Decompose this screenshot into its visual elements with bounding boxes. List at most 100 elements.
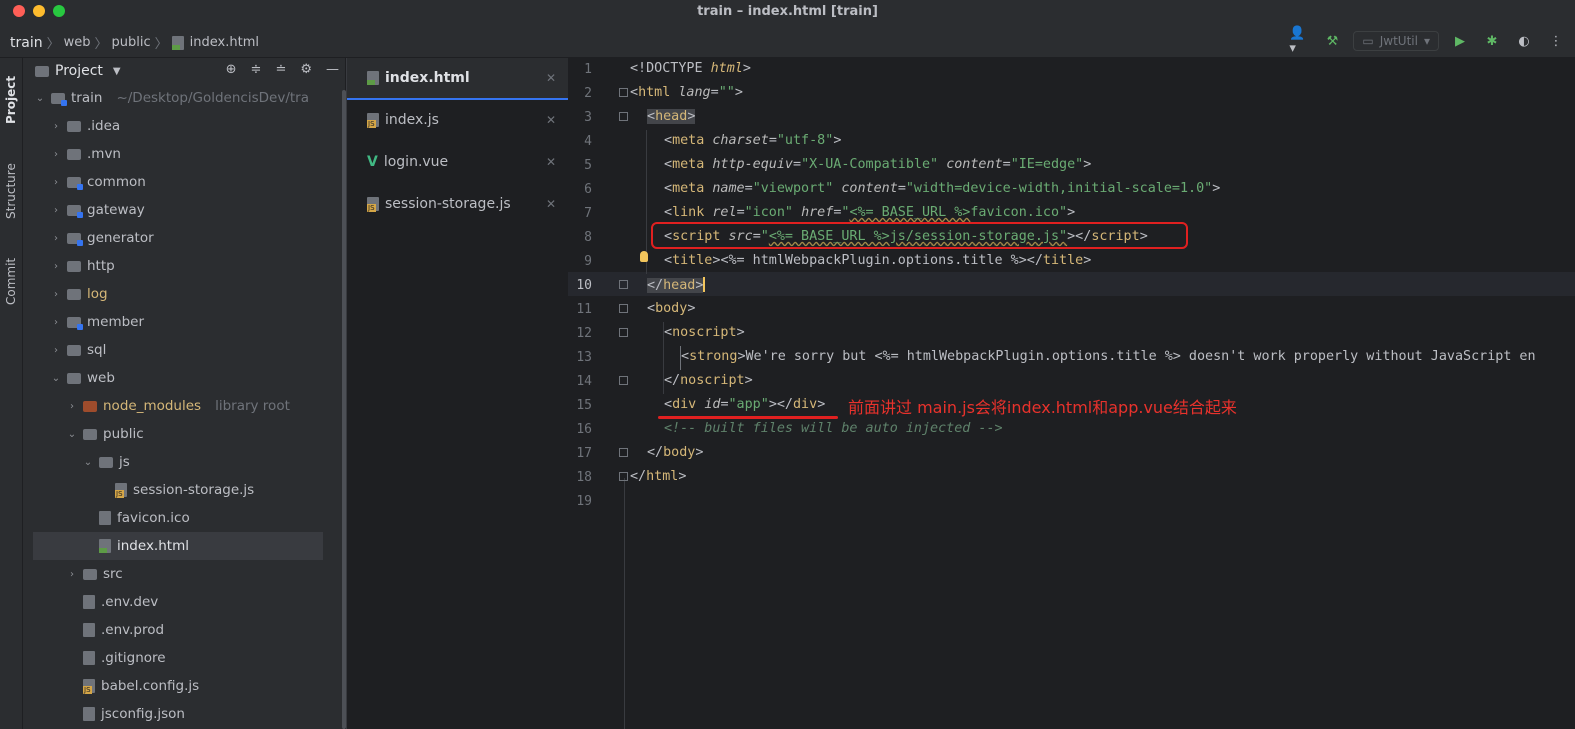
more-actions-icon[interactable]: ⋮ xyxy=(1545,30,1567,52)
collapse-all-icon[interactable]: ≐ xyxy=(275,62,286,77)
line-number: 12 xyxy=(576,326,592,341)
chevron-right-icon[interactable]: › xyxy=(49,177,63,188)
account-icon[interactable]: 👤▾ xyxy=(1289,26,1311,56)
tree-item-env-prod[interactable]: .env.prod xyxy=(33,616,323,644)
code-line-1: <!DOCTYPE html> xyxy=(630,61,751,76)
chevron-right-icon[interactable]: › xyxy=(49,205,63,216)
tree-item-web[interactable]: ⌄ web xyxy=(33,364,323,392)
js-file-icon xyxy=(367,197,379,212)
expand-all-icon[interactable]: ≑ xyxy=(251,62,262,77)
breadcrumb-train[interactable]: train xyxy=(10,35,43,51)
breadcrumb-public[interactable]: public xyxy=(112,35,151,50)
tree-item-train[interactable]: ⌄ train ~/Desktop/GoldencisDev/tra xyxy=(33,84,323,112)
tree-item-js[interactable]: ⌄ js xyxy=(33,448,323,476)
chevron-down-icon[interactable]: ⌄ xyxy=(49,373,63,384)
tree-item-label: session-storage.js xyxy=(133,482,255,498)
chevron-right-icon[interactable]: › xyxy=(65,569,79,580)
tree-item-log[interactable]: › log xyxy=(33,280,323,308)
tree-item-mvn[interactable]: › .mvn xyxy=(33,140,323,168)
tree-item-session-storage-js[interactable]: session-storage.js xyxy=(33,476,323,504)
fold-marker[interactable] xyxy=(619,328,628,337)
debug-icon[interactable]: ✱ xyxy=(1481,30,1503,52)
tree-item-member[interactable]: › member xyxy=(33,308,323,336)
fold-marker[interactable] xyxy=(619,472,628,481)
code-line-3: <head> xyxy=(647,109,696,124)
tree-item-gitignore[interactable]: .gitignore xyxy=(33,644,323,672)
intention-bulb-icon[interactable] xyxy=(640,251,648,262)
chevron-right-icon[interactable]: › xyxy=(49,121,63,132)
chevron-right-icon[interactable]: › xyxy=(49,289,63,300)
tree-item-generator[interactable]: › generator xyxy=(33,224,323,252)
tree-item-sql[interactable]: › sql xyxy=(33,336,323,364)
gear-icon[interactable]: ⚙ xyxy=(300,62,312,77)
close-icon[interactable]: ✕ xyxy=(546,113,556,127)
run-icon[interactable]: ▶ xyxy=(1449,30,1471,52)
chevron-right-icon[interactable]: › xyxy=(49,149,63,160)
tree-item-node-modules[interactable]: › node_modules library root xyxy=(33,392,323,420)
code-line-2: <html lang=""> xyxy=(630,85,743,100)
chevron-right-icon[interactable]: › xyxy=(49,317,63,328)
close-icon[interactable]: ✕ xyxy=(546,155,556,169)
tab-index-html[interactable]: index.html ✕ xyxy=(347,58,568,100)
folder-icon xyxy=(99,456,113,468)
file-icon xyxy=(83,595,95,609)
tree-item-env-dev[interactable]: .env.dev xyxy=(33,588,323,616)
project-panel-title[interactable]: Project xyxy=(55,63,103,79)
stripe-structure[interactable]: Structure xyxy=(0,150,22,232)
code-line-16: <!-- built files will be auto injected -… xyxy=(664,421,1003,436)
tab-label: index.html xyxy=(385,70,470,86)
tree-item-label: .gitignore xyxy=(101,650,166,666)
fold-marker[interactable] xyxy=(619,280,628,289)
stripe-project[interactable]: Project xyxy=(0,64,22,136)
js-file-icon xyxy=(83,679,95,694)
chevron-right-icon[interactable]: › xyxy=(49,233,63,244)
tab-login-vue[interactable]: V login.vue ✕ xyxy=(347,142,568,182)
coverage-icon[interactable]: ◐ xyxy=(1513,30,1535,52)
breadcrumb-web[interactable]: web xyxy=(64,35,91,50)
run-config-icon: ▭ xyxy=(1362,34,1374,48)
tree-item-gateway[interactable]: › gateway xyxy=(33,196,323,224)
tree-item-src[interactable]: › src xyxy=(33,560,323,588)
fold-marker[interactable] xyxy=(619,112,628,121)
tree-item-label: src xyxy=(103,566,123,582)
editor-tabs: index.html ✕ index.js ✕ V login.vue ✕ se… xyxy=(346,58,569,729)
tree-item-public[interactable]: ⌄ public xyxy=(33,420,323,448)
chevron-right-icon[interactable]: › xyxy=(49,261,63,272)
breadcrumb-index-html[interactable]: index.html xyxy=(190,35,259,50)
tab-index-js[interactable]: index.js ✕ xyxy=(347,100,568,140)
line-number: 9 xyxy=(584,254,592,269)
fold-marker[interactable] xyxy=(619,448,628,457)
code-line-12: <noscript> xyxy=(664,325,745,340)
chevron-down-icon[interactable]: ⌄ xyxy=(81,457,95,468)
tree-item-http[interactable]: › http xyxy=(33,252,323,280)
tree-item-label: favicon.ico xyxy=(117,510,190,526)
tab-session-storage-js[interactable]: session-storage.js ✕ xyxy=(347,184,568,224)
tree-item-label: .mvn xyxy=(87,146,121,162)
line-number: 2 xyxy=(584,86,592,101)
close-icon[interactable]: ✕ xyxy=(546,71,556,85)
locate-file-icon[interactable]: ⊕ xyxy=(226,62,237,77)
chevron-right-icon[interactable]: › xyxy=(65,401,79,412)
chevron-down-icon[interactable]: ▼ xyxy=(113,66,121,77)
chevron-down-icon[interactable]: ⌄ xyxy=(65,429,79,440)
close-icon[interactable]: ✕ xyxy=(546,197,556,211)
line-number: 10 xyxy=(576,278,592,293)
folder-icon xyxy=(83,428,97,440)
fold-marker[interactable] xyxy=(619,88,628,97)
tree-item-idea[interactable]: › .idea xyxy=(33,112,323,140)
build-hammer-icon[interactable]: ⚒ xyxy=(1321,30,1343,52)
fold-marker[interactable] xyxy=(619,304,628,313)
stripe-commit-label: Commit xyxy=(4,257,18,305)
chevron-down-icon[interactable]: ⌄ xyxy=(33,93,47,104)
stripe-commit[interactable]: Commit xyxy=(0,250,22,312)
tree-item-jsconfig[interactable]: jsconfig.json xyxy=(33,700,323,728)
tree-item-babel-config[interactable]: babel.config.js xyxy=(33,672,323,700)
tree-item-common[interactable]: › common xyxy=(33,168,323,196)
hide-panel-icon[interactable]: — xyxy=(326,62,339,77)
annotation-highlight-box xyxy=(651,222,1188,249)
run-configuration-select[interactable]: ▭ JwtUtil ▾ xyxy=(1353,31,1439,51)
chevron-right-icon[interactable]: › xyxy=(49,345,63,356)
tree-item-favicon[interactable]: favicon.ico xyxy=(33,504,323,532)
tree-item-index-html[interactable]: index.html xyxy=(33,532,323,560)
fold-marker[interactable] xyxy=(619,376,628,385)
